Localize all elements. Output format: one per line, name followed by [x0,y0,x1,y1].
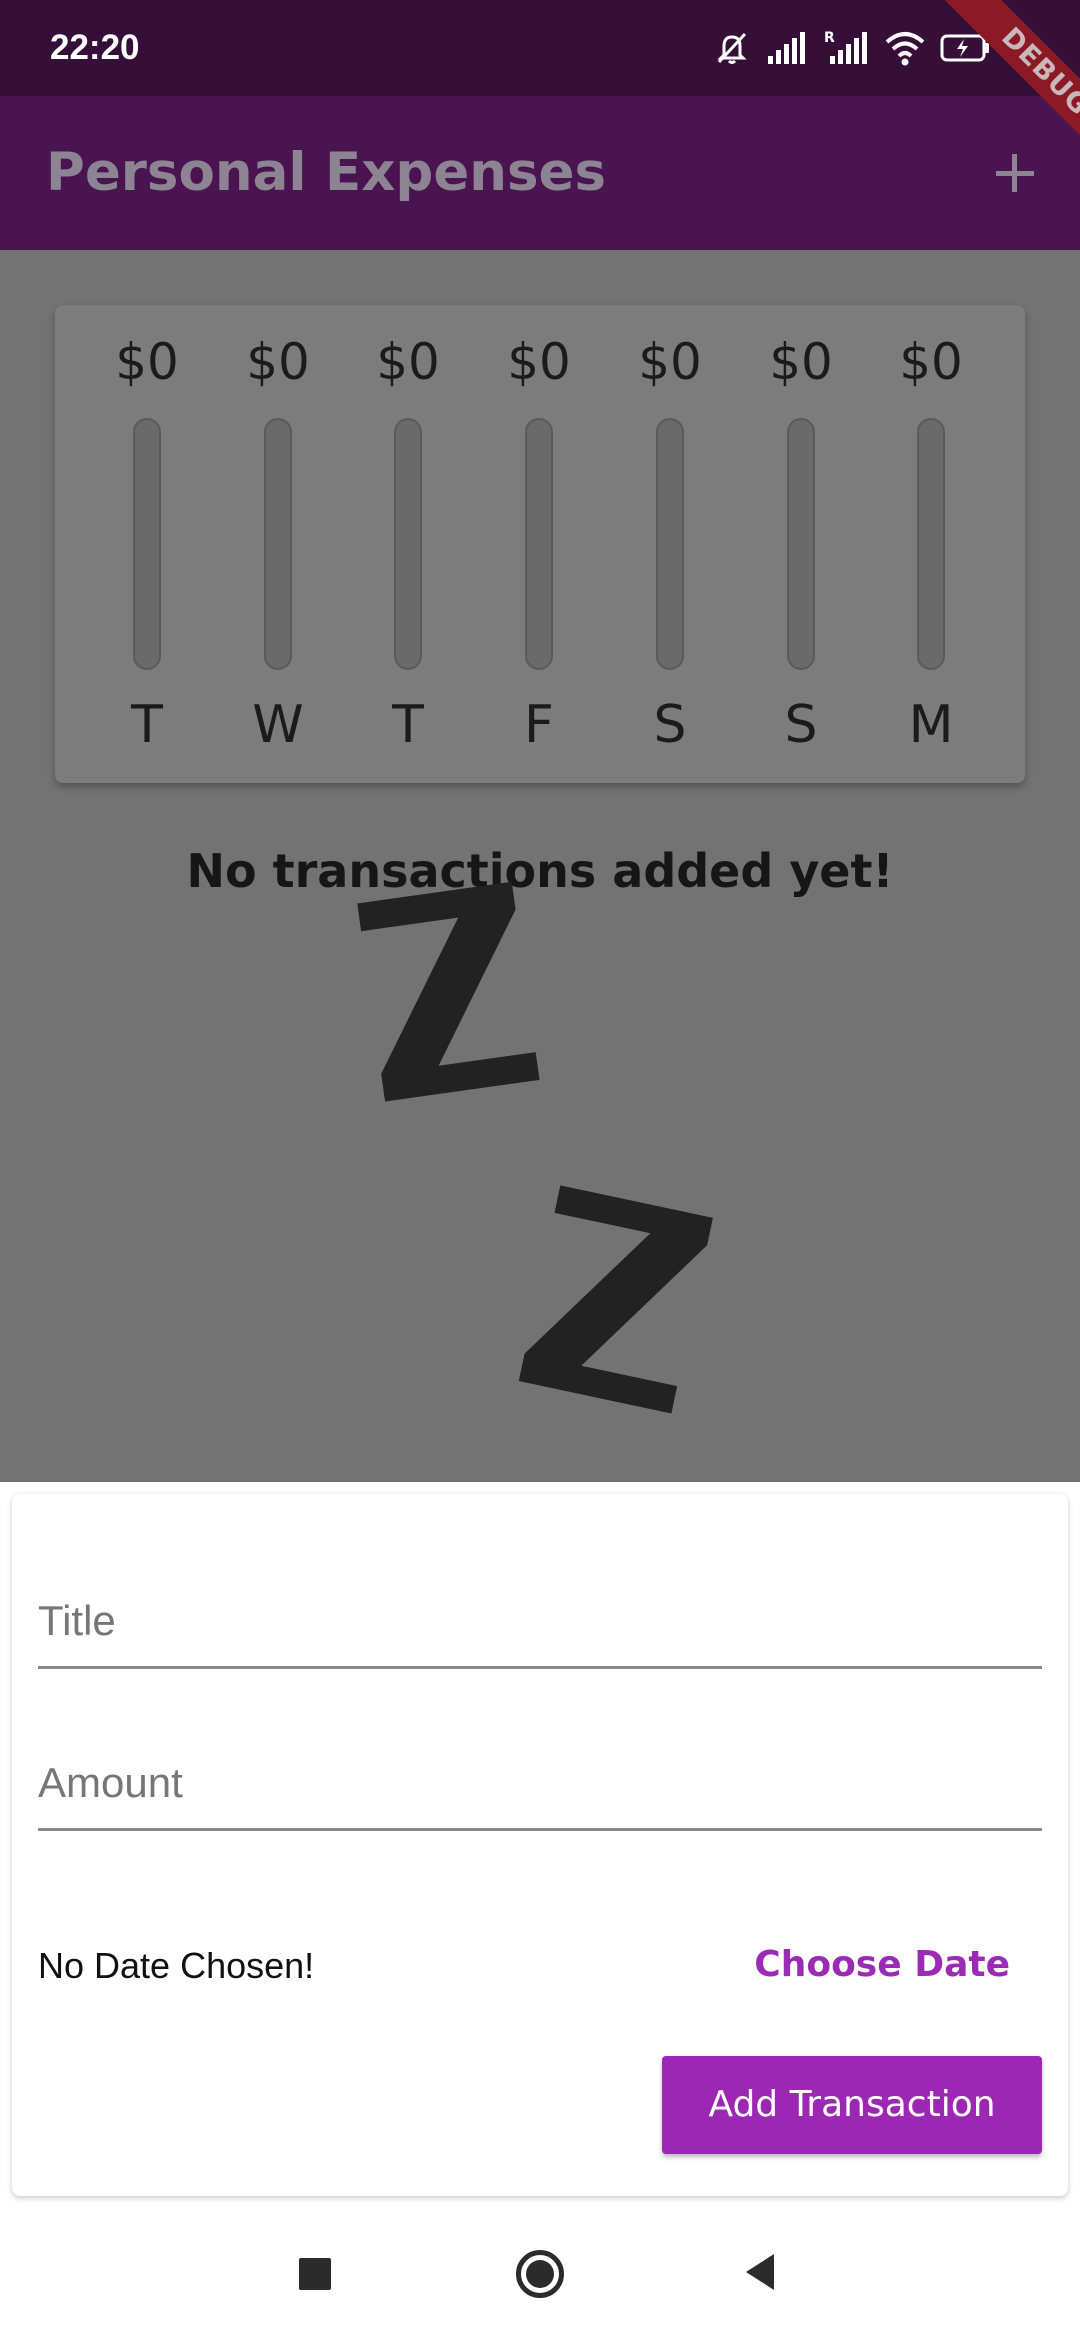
battery-icon [940,28,992,68]
recents-icon [299,2258,331,2290]
add-transaction-icon-button[interactable] [985,140,1045,206]
main-content-dimmed[interactable]: $0 T $0 W $0 T $0 F $0 S $0 S $0 M No tr… [0,250,1080,1482]
amount-input[interactable] [38,1738,1042,1828]
home-icon [516,2250,564,2298]
back-button[interactable] [694,2208,826,2340]
svg-text:R: R [824,30,835,46]
title-input[interactable] [38,1576,1042,1666]
mute-icon [712,28,752,68]
title-field[interactable] [38,1576,1042,1669]
signal-roaming-icon: R [824,28,870,68]
status-icons: R [712,26,992,70]
choose-date-button[interactable]: Choose Date [754,1932,1010,1998]
status-time: 22:20 [50,28,140,67]
add-icon [985,154,1045,210]
date-status-text: No Date Chosen! [38,1945,315,1986]
new-transaction-sheet: No Date Chosen! Choose Date Add Transact… [12,1494,1068,2196]
home-button[interactable] [474,2208,606,2340]
wifi-icon [884,28,926,68]
page-title: Personal Expenses [46,142,607,203]
signal-icon [766,28,810,68]
add-transaction-button[interactable]: Add Transaction [662,2056,1042,2154]
back-icon [740,2250,780,2298]
sleeping-zz-image [357,881,713,1414]
system-nav-bar [0,2208,1080,2340]
amount-field[interactable] [38,1738,1042,1831]
recents-button[interactable] [249,2208,381,2340]
status-bar: 22:20 R [0,0,1080,96]
